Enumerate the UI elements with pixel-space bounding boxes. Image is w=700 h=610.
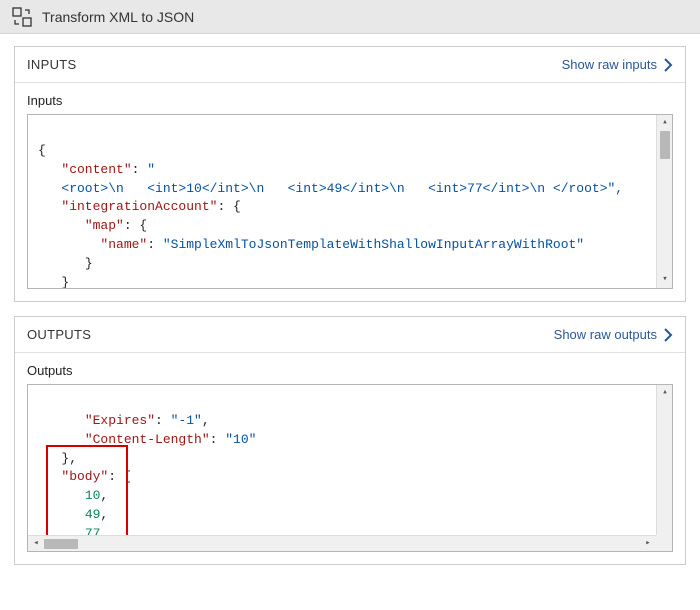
outputs-scrollbar-horizontal[interactable]: ◂ ▸	[28, 535, 656, 551]
show-raw-inputs-link[interactable]: Show raw inputs	[562, 57, 673, 72]
chevron-right-icon	[663, 58, 673, 72]
outputs-header: OUTPUTS Show raw outputs	[15, 317, 685, 353]
transform-icon	[12, 7, 32, 27]
scroll-left-icon[interactable]: ◂	[28, 536, 44, 552]
window-title: Transform XML to JSON	[42, 9, 194, 25]
outputs-sublabel: Outputs	[27, 363, 673, 378]
show-raw-outputs-label: Show raw outputs	[554, 327, 657, 342]
window-header: Transform XML to JSON	[0, 0, 700, 34]
inputs-title: INPUTS	[27, 57, 76, 72]
scroll-down-icon[interactable]: ▾	[657, 272, 673, 288]
outputs-panel: OUTPUTS Show raw outputs Outputs "Expire…	[14, 316, 686, 565]
outputs-scrollbar-vertical[interactable]: ▴ ▾	[656, 385, 672, 551]
show-raw-inputs-label: Show raw inputs	[562, 57, 657, 72]
scroll-thumb[interactable]	[660, 131, 670, 159]
inputs-code-area[interactable]: { "content": " <root>\n <int>10</int>\n …	[27, 114, 673, 289]
scroll-corner	[656, 535, 672, 551]
scroll-up-icon[interactable]: ▴	[657, 115, 673, 131]
outputs-code-area[interactable]: "Expires": "-1", "Content-Length": "10" …	[27, 384, 673, 552]
scroll-up-icon[interactable]: ▴	[657, 385, 673, 401]
inputs-scrollbar-vertical[interactable]: ▴ ▾	[656, 115, 672, 288]
inputs-header: INPUTS Show raw inputs	[15, 47, 685, 83]
scroll-thumb[interactable]	[44, 539, 78, 549]
inputs-panel: INPUTS Show raw inputs Inputs { "content…	[14, 46, 686, 302]
outputs-title: OUTPUTS	[27, 327, 91, 342]
scroll-right-icon[interactable]: ▸	[640, 536, 656, 552]
chevron-right-icon	[663, 328, 673, 342]
show-raw-outputs-link[interactable]: Show raw outputs	[554, 327, 673, 342]
inputs-sublabel: Inputs	[27, 93, 673, 108]
